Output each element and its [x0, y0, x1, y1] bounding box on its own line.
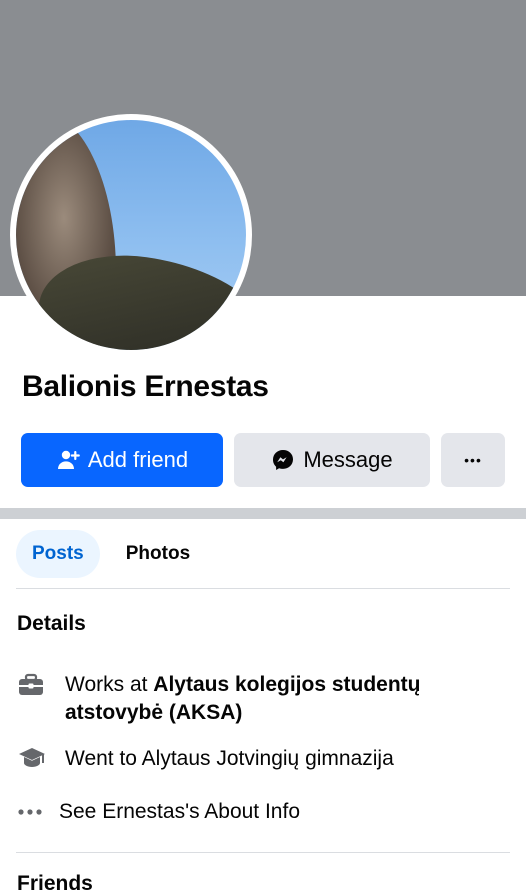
message-button[interactable]: Message: [234, 433, 430, 487]
add-person-icon: [56, 448, 80, 472]
tabs-divider: [16, 588, 510, 589]
education-text: Went to Alytaus Jotvingių gimnazija: [65, 747, 394, 770]
messenger-icon: [271, 448, 295, 472]
add-friend-label: Add friend: [87, 447, 189, 472]
briefcase-icon: [17, 671, 51, 699]
work-prefix: Works at: [65, 673, 154, 696]
detail-about-link[interactable]: See Ernestas's About Info: [17, 798, 300, 826]
tab-photos[interactable]: Photos: [110, 530, 206, 578]
more-options-button[interactable]: •••: [441, 433, 505, 487]
more-dots-icon: •••: [464, 452, 482, 468]
work-text: Works at Alytaus kolegijos studentų atst…: [65, 671, 485, 727]
about-info-link[interactable]: See Ernestas's About Info: [59, 798, 300, 826]
graduation-cap-icon: [17, 745, 51, 773]
profile-name: Balionis Ernestas: [22, 370, 269, 403]
section-divider: [0, 508, 526, 519]
details-heading: Details: [17, 612, 86, 635]
profile-tabs: Posts Photos: [16, 530, 206, 578]
friends-heading: Friends: [17, 872, 93, 895]
tab-posts[interactable]: Posts: [16, 530, 100, 578]
more-dots-icon: [17, 798, 45, 826]
detail-education[interactable]: Went to Alytaus Jotvingių gimnazija: [17, 745, 394, 773]
detail-work[interactable]: Works at Alytaus kolegijos studentų atst…: [17, 671, 485, 727]
details-divider: [16, 852, 510, 853]
message-label: Message: [303, 447, 393, 472]
profile-picture-frame[interactable]: [10, 114, 252, 356]
add-friend-button[interactable]: Add friend: [21, 433, 223, 487]
avatar[interactable]: [16, 120, 246, 350]
